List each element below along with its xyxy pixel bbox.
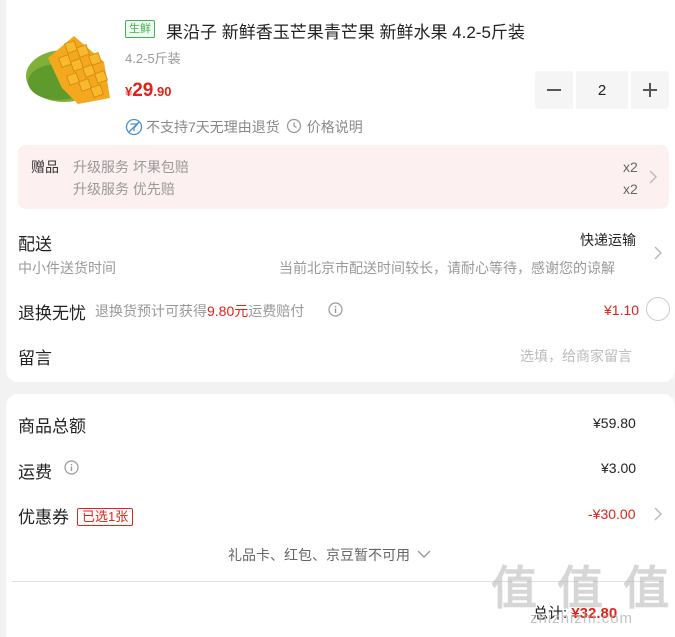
gift-section[interactable]: 赠品 升级服务 坏果包赔 升级服务 优先赔 x2 x2: [18, 145, 669, 209]
gift-quantity: x2: [623, 159, 638, 175]
order-card: 生鲜 果沿子 新鲜香玉芒果青芒果 新鲜水果 4.2-5斤装 4.2-5斤装 ¥2…: [6, 0, 675, 382]
goods-total-label: 商品总额: [18, 417, 86, 436]
coupon-label: 优惠券: [18, 508, 69, 527]
info-icon[interactable]: [328, 302, 343, 322]
delivery-method[interactable]: 快递运输: [580, 230, 636, 250]
message-title: 留言: [18, 349, 52, 368]
return-worry-checkbox[interactable]: [646, 297, 670, 321]
gift-quantity: x2: [623, 181, 638, 197]
product-price: ¥29.90: [125, 80, 171, 102]
gift-item: 升级服务 优先赔: [73, 181, 175, 197]
no-return-text: 不支持7天无理由退货: [146, 119, 280, 135]
delivery-title: 配送: [18, 235, 52, 254]
no-return-icon: [125, 118, 143, 136]
chevron-down-icon: [417, 550, 431, 558]
coupon-badge: 已选1张: [77, 508, 134, 526]
fresh-tag: 生鲜: [125, 20, 155, 38]
increase-button[interactable]: [631, 71, 669, 109]
chevron-right-icon[interactable]: [653, 506, 663, 527]
chevron-right-icon[interactable]: [653, 245, 663, 266]
freight-value: ¥3.00: [601, 460, 637, 476]
price-info-link[interactable]: 价格说明: [307, 117, 363, 137]
return-desc-prefix: 退换货预计可获得: [95, 303, 207, 319]
price-decimal: .90: [153, 84, 172, 99]
quantity-value[interactable]: 2: [576, 71, 628, 109]
product-spec: 4.2-5斤装: [125, 51, 181, 66]
coupon-row[interactable]: 优惠券 已选1张: [18, 503, 134, 528]
return-worry-title: 退换无忧: [18, 304, 86, 323]
plus-icon: [643, 83, 657, 97]
decrease-button[interactable]: [535, 71, 573, 109]
info-icon[interactable]: [64, 460, 79, 480]
goods-total-value: ¥59.80: [593, 415, 636, 431]
gift-item: 升级服务 坏果包赔: [73, 159, 189, 175]
product-title[interactable]: 果沿子 新鲜香玉芒果青芒果 新鲜水果 4.2-5斤装: [166, 18, 525, 43]
return-desc-amount: 9.80元: [207, 303, 249, 319]
mango-product-image[interactable]: [18, 22, 118, 106]
freight-label: 运费: [18, 463, 52, 482]
gift-label: 赠品: [31, 159, 59, 175]
minus-icon: [547, 89, 561, 91]
coupon-value: -¥30.00: [588, 506, 636, 522]
quantity-stepper: 2: [535, 71, 669, 109]
message-input[interactable]: 选填，给商家留言: [520, 346, 632, 366]
unavailable-text: 礼品卡、红包、京豆暂不可用: [228, 547, 410, 563]
delivery-time-label: 中小件送货时间: [18, 260, 116, 276]
delivery-notice: 当前北京市配送时间较长，请耐心等待，感谢您的谅解: [279, 260, 615, 276]
return-desc-suffix: 运费赔付: [248, 303, 305, 319]
price-integer: 29: [132, 80, 154, 101]
return-worry-desc: 退换货预计可获得9.80元运费赔付: [95, 301, 304, 321]
chevron-right-icon: [648, 169, 658, 190]
clock-icon: [286, 118, 304, 136]
unavailable-notice[interactable]: 礼品卡、红包、京豆暂不可用: [228, 545, 431, 565]
watermark: 值 值 值: [490, 561, 671, 615]
watermark-site: zhizhizhi.com: [530, 610, 634, 627]
product-notes: 不支持7天无理由退货 价格说明: [125, 117, 363, 137]
return-worry-price: ¥1.10: [604, 302, 640, 318]
